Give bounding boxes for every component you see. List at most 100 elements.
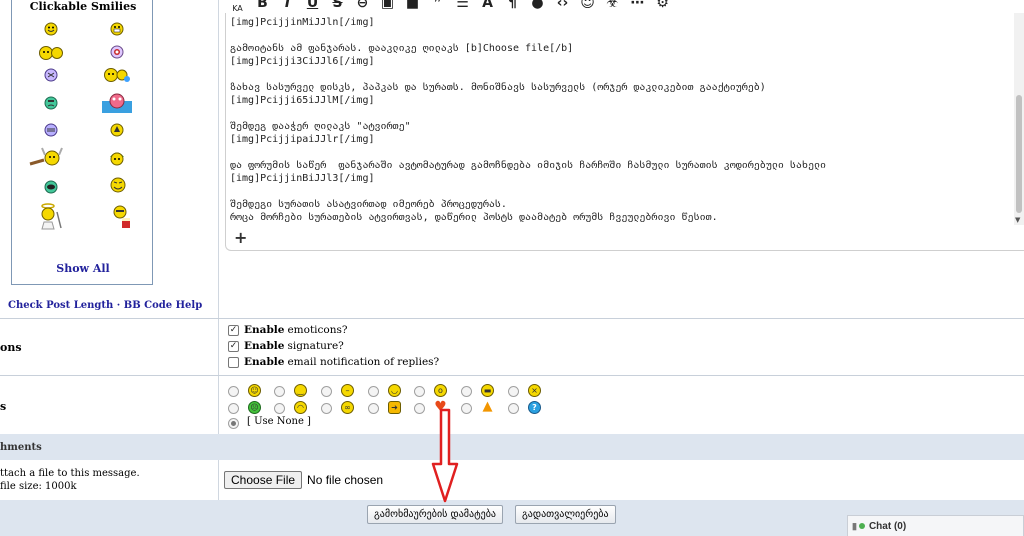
italic-icon[interactable]: I xyxy=(275,0,300,10)
fish-icon[interactable] xyxy=(102,91,132,113)
post-icons-label: s xyxy=(0,400,7,413)
gear-icon[interactable]: ⚙ xyxy=(650,0,675,10)
party-icon[interactable] xyxy=(102,66,132,84)
email-notification-option[interactable]: Enable email notification of replies? xyxy=(228,356,439,368)
post-icon-radio[interactable] xyxy=(414,403,425,414)
smile-icon: ☺ xyxy=(248,384,261,397)
quote-icon[interactable]: ❞ xyxy=(425,0,450,10)
user-icon: ▮ xyxy=(852,520,857,531)
nerd-icon[interactable] xyxy=(44,180,58,194)
submit-reply-button[interactable]: გამოხმაურების დამატება xyxy=(367,505,503,524)
alien-icon[interactable] xyxy=(110,123,124,137)
editor-scrollbar[interactable]: ▼ xyxy=(1014,13,1024,225)
post-icon-radio[interactable] xyxy=(508,403,519,414)
post-icon-radio[interactable] xyxy=(508,386,519,397)
surprised-icon: o xyxy=(434,384,447,397)
attach-desc-line1: ttach a file to this message. xyxy=(0,468,140,479)
post-icon-radio[interactable] xyxy=(461,386,472,397)
editor-toolbar: KA B I U S ⊖ ▣ ■ ❞ ☰ A ¶ ● ‹› ☺ ☣ ⋯ ⚙ xyxy=(225,0,1017,14)
font-size-icon[interactable]: KA xyxy=(225,0,250,13)
bb-code-help-link[interactable]: BB Code Help xyxy=(124,300,202,311)
post-icon-radio[interactable] xyxy=(368,403,379,414)
post-icon-radio[interactable] xyxy=(274,386,285,397)
smilies-panel: Clickable Smilies Show All xyxy=(11,0,153,285)
font-icon[interactable]: A xyxy=(475,0,500,10)
popcorn-icon[interactable] xyxy=(110,204,134,230)
sad-icon[interactable] xyxy=(44,96,58,110)
signature-checkbox[interactable]: ✓ xyxy=(228,340,239,352)
option-bold: Enable xyxy=(244,356,285,368)
bold-icon[interactable]: B xyxy=(250,0,275,10)
editor-footer: + xyxy=(225,225,1024,251)
use-none-radio[interactable] xyxy=(228,418,239,429)
option-text: email notification of replies? xyxy=(287,356,440,368)
post-links: Check Post Length · BB Code Help xyxy=(8,300,202,311)
confused-icon: ‿ xyxy=(294,384,307,397)
strike-icon[interactable]: S xyxy=(325,0,350,10)
post-icon-radio[interactable] xyxy=(461,403,472,414)
chat-label: Chat xyxy=(868,520,892,532)
chat-count: (0) xyxy=(893,520,907,532)
wink-icon[interactable] xyxy=(110,45,124,59)
link-separator: · xyxy=(113,300,124,311)
biohazard-icon[interactable]: ☣ xyxy=(600,0,625,10)
color-icon[interactable]: ● xyxy=(525,0,550,10)
cool-icon[interactable] xyxy=(44,68,58,82)
divider xyxy=(0,375,1024,376)
cool-icon: ∞ xyxy=(341,401,354,414)
smilies-title: Clickable Smilies xyxy=(29,0,137,13)
wink-icon: ◡ xyxy=(388,384,401,397)
no-file-chosen-label: No file chosen xyxy=(307,473,384,487)
neutral-icon: – xyxy=(341,384,354,397)
code-icon[interactable]: ‹› xyxy=(550,0,575,10)
post-icon-radio[interactable] xyxy=(274,403,285,414)
big-grin-icon: ▬ xyxy=(481,384,494,397)
list-icon[interactable]: ☰ xyxy=(450,0,475,10)
enable-signature-option[interactable]: ✓ Enable signature? xyxy=(228,340,344,352)
post-icon-radio[interactable] xyxy=(228,403,239,414)
scroll-down-icon[interactable]: ▼ xyxy=(1015,216,1020,224)
viking-icon[interactable] xyxy=(28,146,64,168)
post-icon-radio[interactable] xyxy=(368,386,379,397)
chat-tab[interactable]: ▮ Chat (0) xyxy=(847,515,1024,536)
add-button[interactable]: + xyxy=(234,228,247,247)
sick-icon: ☹ xyxy=(248,401,261,414)
check-post-length-link[interactable]: Check Post Length xyxy=(8,300,113,311)
paragraph-icon[interactable]: ¶ xyxy=(500,0,525,10)
exclamation-icon: ▲ xyxy=(482,399,493,414)
attachments-title: hments xyxy=(0,442,42,453)
file-input[interactable]: Choose File No file chosen xyxy=(224,471,383,489)
link-icon[interactable]: ⊖ xyxy=(350,0,375,10)
angel-icon[interactable] xyxy=(36,202,66,230)
email-notification-checkbox[interactable] xyxy=(228,356,239,368)
scroll-thumb[interactable] xyxy=(1016,95,1022,213)
editor-text[interactable]: [img]PcijjinMiJJln[/img] გამოიტანს ამ ფა… xyxy=(230,16,1005,224)
post-icon-radio[interactable] xyxy=(321,386,332,397)
smile-icon[interactable] xyxy=(44,22,58,36)
enable-emoticons-option[interactable]: ✓ Enable emoticons? xyxy=(228,324,348,336)
options-label: ons xyxy=(0,341,22,354)
smiley-icon[interactable]: ☺ xyxy=(575,0,600,10)
soldier-icon[interactable] xyxy=(108,150,126,166)
option-bold: Enable xyxy=(244,340,285,352)
option-text: emoticons? xyxy=(287,324,348,336)
post-icon-radio[interactable] xyxy=(321,403,332,414)
post-icon-radio[interactable] xyxy=(414,386,425,397)
post-icon-radio[interactable] xyxy=(228,386,239,397)
emoticons-checkbox[interactable]: ✓ xyxy=(228,324,239,336)
more-icon[interactable]: ⋯ xyxy=(625,0,650,10)
preview-button[interactable]: გადათვალიერება xyxy=(515,505,616,524)
laugh-icon[interactable] xyxy=(108,176,128,194)
grin-icon[interactable] xyxy=(110,22,124,36)
thumbs-up-icon[interactable] xyxy=(38,45,64,61)
attachments-description: ttach a file to this message. file size:… xyxy=(0,467,140,493)
video-icon[interactable]: ■ xyxy=(400,0,425,10)
option-text: signature? xyxy=(287,340,344,352)
message-editor[interactable]: [img]PcijjinMiJJln[/img] გამოიტანს ამ ფა… xyxy=(225,13,1024,225)
choose-file-button[interactable]: Choose File xyxy=(224,471,303,489)
show-all-link[interactable]: Show All xyxy=(12,262,154,275)
underline-icon[interactable]: U xyxy=(300,0,325,10)
mad-icon: ◠ xyxy=(294,401,307,414)
blush-icon[interactable] xyxy=(44,123,58,137)
image-icon[interactable]: ▣ xyxy=(375,0,400,10)
